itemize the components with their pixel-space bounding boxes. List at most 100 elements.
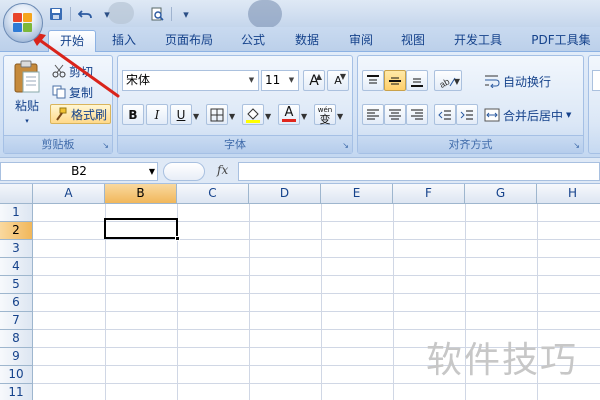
tab-developer[interactable]: 开发工具 <box>447 30 509 52</box>
grow-font-button[interactable]: A ▲ <box>303 70 325 91</box>
chevron-down-icon[interactable]: ▼ <box>229 112 235 121</box>
column-header-b[interactable]: B <box>105 184 177 204</box>
triangle-down-icon: ▼ <box>339 72 346 81</box>
cut-button[interactable]: 剪切 <box>52 62 93 80</box>
tab-data[interactable]: 数据 <box>287 30 327 52</box>
increase-indent-button[interactable] <box>456 104 478 125</box>
row-header-6[interactable]: 6 <box>0 294 33 312</box>
tab-pdf-tools[interactable]: PDF工具集 <box>526 30 596 52</box>
chevron-down-icon[interactable]: ▼ <box>337 112 343 121</box>
align-middle-icon <box>389 77 401 84</box>
save-icon[interactable] <box>48 6 64 22</box>
row-header-10[interactable]: 10 <box>0 366 33 384</box>
toolbar-separator <box>70 7 71 21</box>
align-left-button[interactable] <box>362 104 384 125</box>
wrap-text-label: 自动换行 <box>503 74 552 89</box>
chevron-down-icon[interactable]: ▼ <box>193 112 199 121</box>
customize-toolbar-icon[interactable]: ▾ <box>178 6 194 22</box>
phonetic-char: 变 <box>319 112 331 126</box>
align-top-icon <box>367 74 379 83</box>
chevron-down-icon[interactable]: ▼ <box>149 163 155 180</box>
bold-button[interactable]: B <box>122 104 144 125</box>
underline-button[interactable]: U <box>170 104 192 125</box>
number-format-select[interactable] <box>592 70 600 91</box>
redo-icon[interactable] <box>121 6 143 22</box>
align-center-button[interactable] <box>384 104 406 125</box>
wrap-text-button[interactable]: 自动换行 <box>484 71 551 91</box>
column-header-h[interactable]: H <box>537 184 600 204</box>
row-header-11[interactable]: 11 <box>0 384 33 400</box>
column-header-e[interactable]: E <box>321 184 393 204</box>
align-right-button[interactable] <box>406 104 428 125</box>
italic-button[interactable]: I <box>146 104 168 125</box>
name-box[interactable]: B2 ▼ <box>0 162 158 181</box>
copy-icon <box>52 85 66 99</box>
row-header-3[interactable]: 3 <box>0 240 33 258</box>
formula-bar: B2 ▼ fx <box>0 157 600 184</box>
phonetic-button[interactable]: wén 变 <box>314 104 336 125</box>
formula-input[interactable] <box>238 162 600 181</box>
dialog-launcher-icon[interactable]: ↘ <box>342 141 349 150</box>
print-preview-icon[interactable] <box>149 6 165 22</box>
borders-button[interactable] <box>206 104 228 125</box>
chevron-down-icon[interactable]: ▼ <box>265 112 271 121</box>
row-header-1[interactable]: 1 <box>0 204 33 222</box>
font-name-value: 宋体 <box>126 73 151 87</box>
office-button[interactable] <box>3 3 43 43</box>
column-header-d[interactable]: D <box>249 184 321 204</box>
fill-color-button[interactable] <box>242 104 264 125</box>
undo-icon[interactable] <box>77 6 93 22</box>
align-right-icon <box>411 109 423 119</box>
font-name-select[interactable]: 宋体 ▼ <box>122 70 259 91</box>
font-size-select[interactable]: 11 ▼ <box>261 70 299 91</box>
align-middle-button[interactable] <box>384 70 406 91</box>
shrink-font-button[interactable]: A ▼ <box>327 70 349 91</box>
dialog-launcher-icon[interactable]: ↘ <box>102 141 109 150</box>
fx-icon: fx <box>217 163 229 177</box>
tab-formulas[interactable]: 公式 <box>233 30 273 52</box>
format-painter-button[interactable]: 格式刷 <box>50 104 112 124</box>
column-header-c[interactable]: C <box>177 184 249 204</box>
column-header-f[interactable]: F <box>393 184 465 204</box>
align-top-button[interactable] <box>362 70 384 91</box>
cut-label: 剪切 <box>69 64 94 79</box>
decrease-indent-icon <box>438 110 451 119</box>
dialog-launcher-icon[interactable]: ↘ <box>573 141 580 150</box>
row-header-2[interactable]: 2 <box>0 222 33 240</box>
row-header-5[interactable]: 5 <box>0 276 33 294</box>
triangle-up-icon: ▲ <box>315 72 322 81</box>
chevron-down-icon[interactable]: ▾ <box>99 6 115 22</box>
decrease-indent-button[interactable] <box>434 104 456 125</box>
merge-center-button[interactable]: 合并后居中 ▼ <box>484 105 571 125</box>
tab-insert[interactable]: 插入 <box>104 30 144 52</box>
column-header-a[interactable]: A <box>33 184 105 204</box>
row-header-7[interactable]: 7 <box>0 312 33 330</box>
tab-home[interactable]: 开始 <box>48 30 96 52</box>
row-header-9[interactable]: 9 <box>0 348 33 366</box>
office-logo-icon <box>13 13 33 33</box>
title-bar: ▾ ▾ <box>0 0 600 28</box>
row-header-8[interactable]: 8 <box>0 330 33 348</box>
column-header-g[interactable]: G <box>465 184 537 204</box>
borders-icon <box>210 108 224 121</box>
font-color-button[interactable]: A <box>278 104 300 125</box>
paint-bucket-icon <box>246 107 260 123</box>
tab-view[interactable]: 视图 <box>393 30 433 52</box>
tab-review[interactable]: 审阅 <box>341 30 381 52</box>
select-all-button[interactable] <box>0 184 33 204</box>
align-bottom-button[interactable] <box>406 70 428 91</box>
orientation-button[interactable]: ab ▼ <box>434 70 462 91</box>
active-cell-b2[interactable] <box>104 218 178 239</box>
paste-button[interactable]: 粘贴 ▾ <box>8 60 46 132</box>
copy-button[interactable]: 复制 <box>52 83 93 101</box>
chevron-down-icon[interactable]: ▼ <box>301 112 307 121</box>
insert-function-button[interactable]: fx <box>163 162 231 181</box>
gridline <box>393 204 394 400</box>
scissors-icon <box>52 64 66 78</box>
blurred-area <box>248 0 282 28</box>
tab-page-layout[interactable]: 页面布局 <box>158 30 220 52</box>
fill-handle[interactable] <box>175 236 180 241</box>
ribbon: 粘贴 ▾ 剪切 复制 格式刷 剪贴板 ↘ 宋体 ▼ 11 ▼ A ▲ A ▼ B… <box>0 52 600 157</box>
row-header-4[interactable]: 4 <box>0 258 33 276</box>
font-color-swatch <box>282 119 296 122</box>
